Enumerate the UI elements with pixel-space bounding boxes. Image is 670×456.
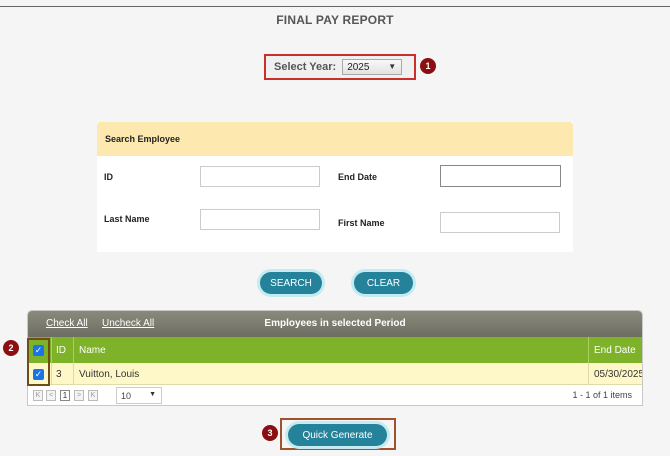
- column-header-end-date[interactable]: End Date: [594, 337, 636, 363]
- next-page-icon[interactable]: >: [74, 390, 84, 401]
- page-size-select[interactable]: 10 ▼: [116, 387, 162, 404]
- checkbox-column-highlight: [27, 338, 50, 386]
- row-id: 3: [56, 368, 62, 380]
- column-header-id[interactable]: ID: [56, 337, 66, 363]
- last-name-input[interactable]: [200, 209, 320, 230]
- step-badge-3: 3: [262, 425, 278, 441]
- end-date-label: End Date: [338, 172, 378, 182]
- year-label: Select Year:: [274, 61, 337, 73]
- year-value: 2025: [347, 61, 370, 73]
- table-row[interactable]: ✓ 3 Vuitton, Louis 05/30/2025: [28, 363, 642, 385]
- step-badge-2: 2: [3, 340, 19, 356]
- employees-grid: Employees in selected Period Check All U…: [27, 310, 643, 406]
- quick-generate-button[interactable]: Quick Generate: [288, 424, 387, 446]
- check-all-link[interactable]: Check All: [46, 318, 88, 329]
- search-panel: Search Employee ID End Date Last Name Fi…: [97, 122, 573, 252]
- page-size-value: 10: [121, 390, 132, 401]
- first-name-label: First Name: [338, 218, 385, 228]
- year-select[interactable]: 2025 ▼: [342, 59, 403, 75]
- last-name-label: Last Name: [104, 214, 150, 224]
- uncheck-all-link[interactable]: Uncheck All: [102, 318, 154, 329]
- search-header: Search Employee: [97, 122, 573, 156]
- top-divider: [0, 6, 670, 7]
- clear-button[interactable]: CLEAR: [354, 272, 413, 294]
- pager-info: 1 - 1 of 1 items: [572, 390, 632, 400]
- id-label: ID: [104, 172, 113, 182]
- prev-page-icon[interactable]: <: [46, 390, 56, 401]
- search-button[interactable]: SEARCH: [260, 272, 322, 294]
- chevron-down-icon: ▼: [388, 62, 397, 71]
- step-badge-1: 1: [420, 58, 436, 74]
- grid-header-row: ✓ ID Name End Date: [28, 337, 642, 363]
- column-header-name[interactable]: Name: [79, 337, 106, 363]
- end-date-input[interactable]: [440, 165, 561, 187]
- row-end-date: 05/30/2025: [594, 368, 643, 380]
- grid-pager: K < 1 > K 10 ▼ 1 - 1 of 1 items: [28, 385, 642, 405]
- first-page-icon[interactable]: K: [33, 390, 43, 401]
- page-number[interactable]: 1: [60, 390, 70, 401]
- first-name-input[interactable]: [440, 212, 560, 233]
- year-selector-highlight: Select Year: 2025 ▼: [264, 54, 416, 80]
- page-title: FINAL PAY REPORT: [276, 13, 394, 27]
- chevron-down-icon: ▼: [149, 391, 156, 398]
- last-page-icon[interactable]: K: [88, 390, 98, 401]
- id-input[interactable]: [200, 166, 320, 187]
- grid-toolbar: Employees in selected Period Check All U…: [28, 311, 642, 337]
- row-name: Vuitton, Louis: [79, 368, 140, 380]
